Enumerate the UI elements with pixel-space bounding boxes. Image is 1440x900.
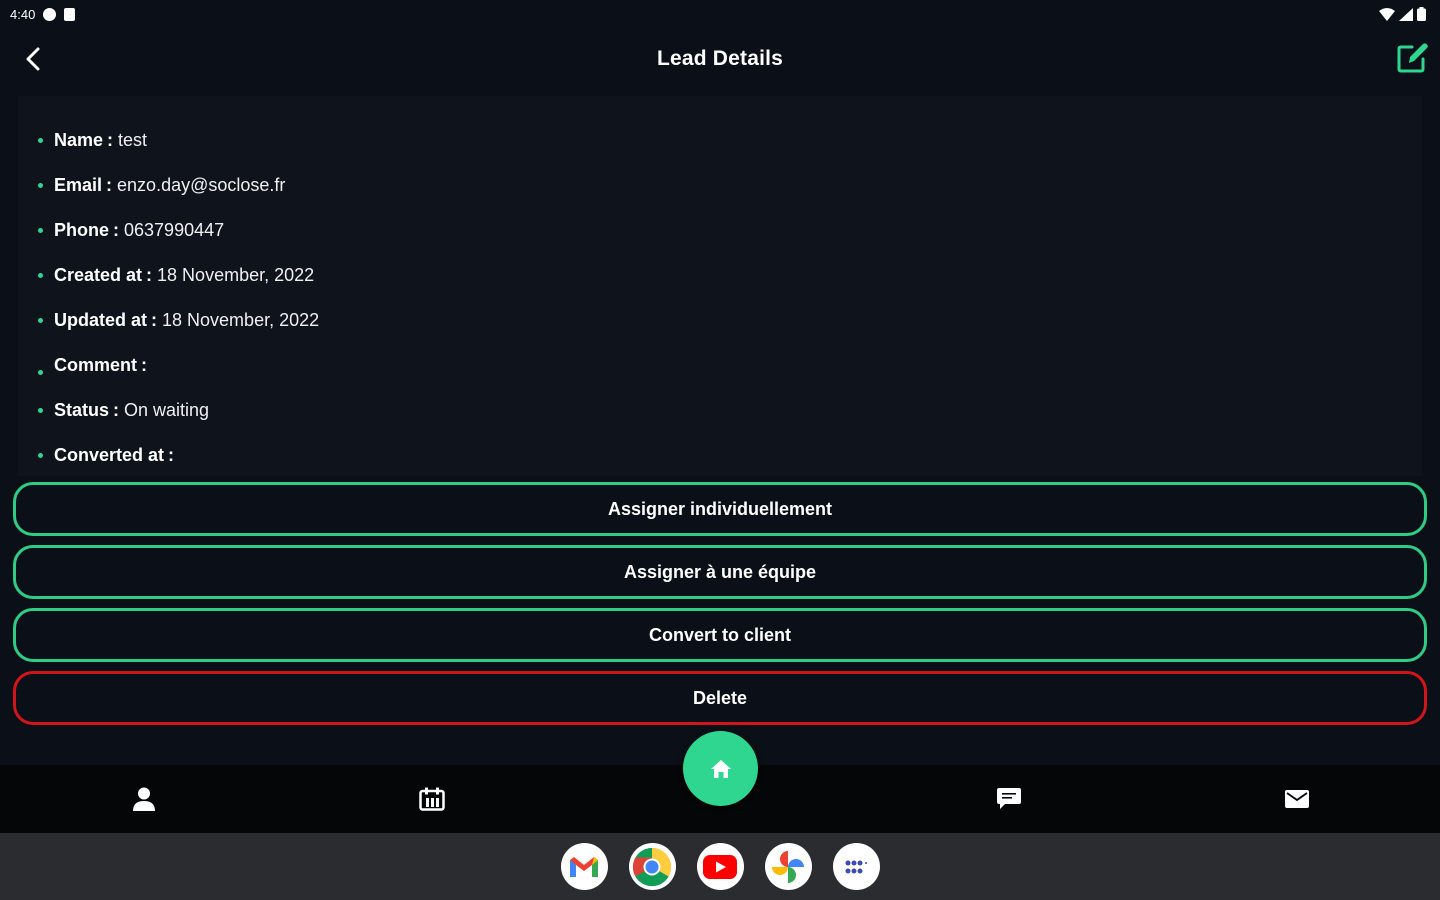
detail-label: Status: [54, 399, 110, 420]
detail-value: test: [118, 129, 148, 150]
app-drawer-icon: [845, 860, 867, 873]
photos-icon: [772, 850, 804, 883]
nav-calendar-button[interactable]: [412, 779, 452, 819]
bullet: [38, 317, 43, 323]
youtube-app[interactable]: [696, 843, 744, 890]
home-button[interactable]: [683, 731, 758, 806]
bullet: [38, 369, 43, 375]
nav-mail-button[interactable]: [1277, 779, 1317, 819]
assign-team-button[interactable]: Assigner à une équipe: [13, 545, 1427, 599]
detail-value: enzo.day@soclose.fr: [117, 174, 286, 195]
detail-comment: Comment :: [38, 352, 152, 378]
detail-label: Created at: [54, 264, 143, 285]
detail-separator: :: [141, 354, 148, 375]
wifi-icon: [1379, 7, 1395, 21]
battery-icon: [1417, 7, 1426, 21]
detail-status: Status : On waiting: [38, 397, 209, 423]
bullet: [38, 452, 43, 458]
detail-label: Phone: [54, 219, 110, 240]
detail-separator: :: [168, 444, 175, 465]
youtube-icon: [703, 854, 737, 879]
detail-converted-at: Converted at :: [38, 442, 179, 468]
detail-label: Name: [54, 129, 104, 150]
detail-separator: :: [146, 264, 153, 285]
chrome-app[interactable]: [628, 843, 676, 890]
detail-separator: :: [151, 309, 158, 330]
edit-button[interactable]: [1396, 42, 1430, 74]
edit-icon: [1397, 43, 1428, 73]
chrome-icon: [632, 847, 672, 886]
bullet: [38, 227, 43, 233]
detail-email: Email : enzo.day@soclose.fr: [38, 172, 285, 198]
detail-updated-at: Updated at : 18 November, 2022: [38, 307, 319, 333]
photos-app[interactable]: [764, 843, 812, 890]
detail-value: 18 November, 2022: [157, 264, 315, 285]
person-icon: [133, 787, 155, 811]
detail-value: 18 November, 2022: [162, 309, 320, 330]
detail-label: Updated at: [54, 309, 148, 330]
assign-individual-button[interactable]: Assigner individuellement: [13, 482, 1427, 536]
detail-separator: :: [113, 219, 120, 240]
lead-details-card: Name : test Email : enzo.day@soclose.fr …: [18, 96, 1422, 476]
convert-to-client-button[interactable]: Convert to client: [13, 608, 1427, 662]
back-button[interactable]: [18, 44, 48, 74]
home-icon: [710, 759, 731, 778]
app-header: Lead Details: [0, 28, 1440, 90]
status-right: [1379, 7, 1426, 21]
bullet: [38, 137, 43, 143]
taskbar: [0, 833, 1440, 900]
calendar-icon: [419, 787, 445, 811]
detail-separator: :: [106, 174, 113, 195]
detail-label: Comment: [54, 354, 138, 375]
detail-label: Converted at: [54, 444, 165, 465]
detail-value: 0637990447: [124, 219, 225, 240]
detail-value: On waiting: [124, 399, 210, 420]
sd-card-icon: [64, 7, 76, 21]
bullet: [38, 407, 43, 413]
nav-profile-button[interactable]: [124, 779, 164, 819]
status-time: 4:40: [10, 6, 36, 22]
app-drawer-button[interactable]: [832, 843, 880, 890]
status-bar: 4:40: [0, 0, 1440, 28]
detail-separator: :: [113, 399, 120, 420]
settings-icon: [43, 7, 57, 21]
detail-phone: Phone : 0637990447: [38, 217, 224, 243]
detail-separator: :: [107, 129, 114, 150]
signal-icon: [1399, 7, 1413, 21]
chevron-left-icon: [26, 47, 40, 71]
detail-created-at: Created at : 18 November, 2022: [38, 262, 314, 288]
nav-chat-button[interactable]: [989, 779, 1029, 819]
mail-icon: [1285, 790, 1309, 808]
gmail-app[interactable]: [560, 843, 608, 890]
bullet: [38, 182, 43, 188]
detail-label: Email: [54, 174, 103, 195]
status-left: 4:40: [10, 6, 76, 22]
delete-button[interactable]: Delete: [13, 671, 1427, 725]
bullet: [38, 272, 43, 278]
gmail-icon: [570, 856, 598, 877]
detail-name: Name : test: [38, 127, 147, 153]
page-title: Lead Details: [656, 47, 784, 70]
chat-icon: [997, 788, 1021, 809]
